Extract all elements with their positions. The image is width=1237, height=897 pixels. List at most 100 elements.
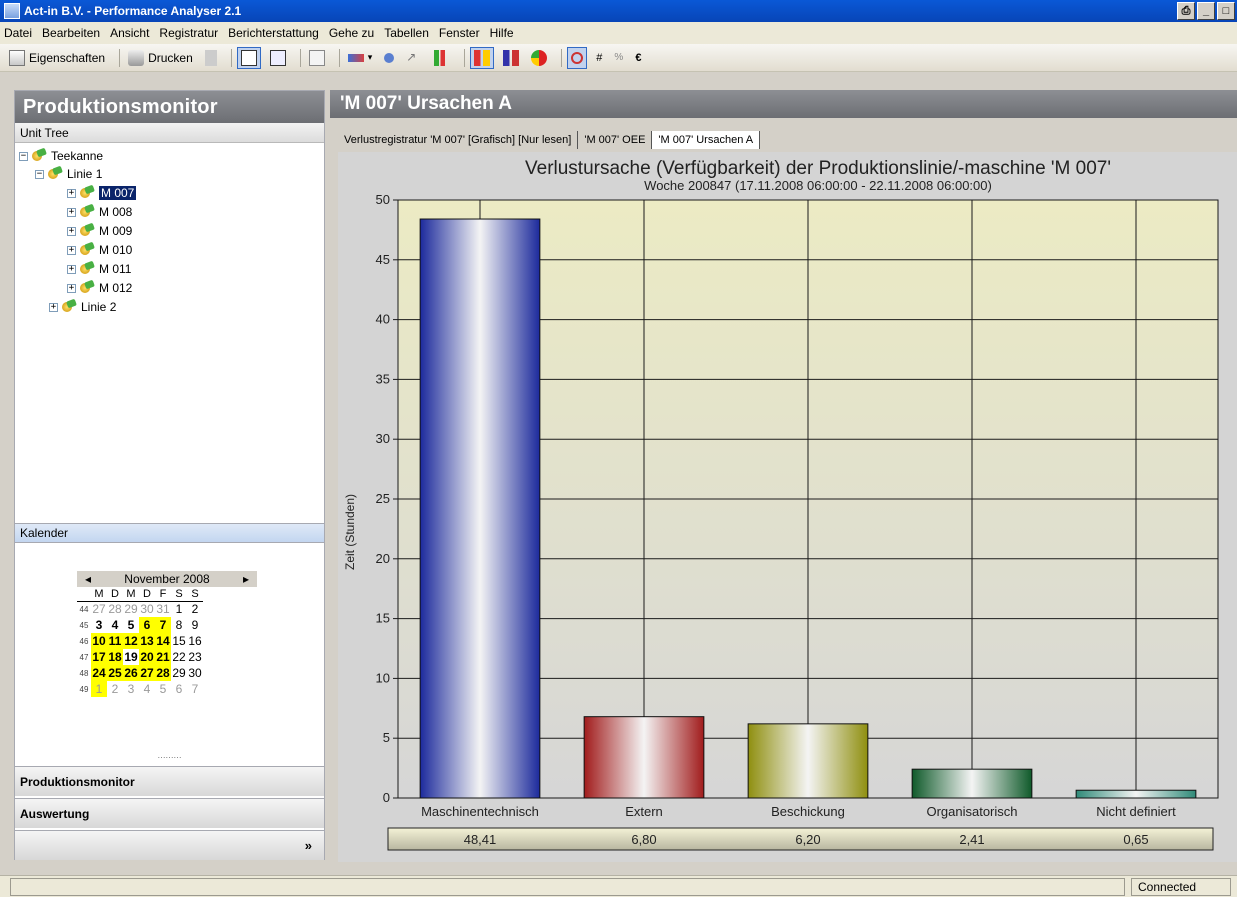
- calendar-day[interactable]: 13: [139, 633, 155, 649]
- tree-node-machine[interactable]: + M 009: [67, 222, 132, 240]
- bar-3[interactable]: [911, 768, 1033, 799]
- expand-icon[interactable]: +: [67, 226, 76, 236]
- expand-icon[interactable]: +: [67, 283, 76, 293]
- menu-gehe-zu[interactable]: Gehe zu: [329, 26, 374, 40]
- calendar-day[interactable]: 29: [123, 601, 139, 617]
- calendar-day[interactable]: 6: [171, 681, 187, 697]
- calendar-day[interactable]: 7: [155, 617, 171, 633]
- chart-view-button[interactable]: [236, 46, 261, 69]
- expand-icon[interactable]: +: [49, 302, 58, 312]
- nav-more-button[interactable]: »: [15, 830, 324, 860]
- calendar-day[interactable]: 26: [123, 665, 139, 681]
- style-dropdown-button[interactable]: ▾: [345, 47, 376, 69]
- expand-icon[interactable]: +: [67, 188, 76, 198]
- page-icon-button[interactable]: [202, 47, 220, 69]
- calendar-day[interactable]: 20: [139, 649, 155, 665]
- calendar-day[interactable]: 27: [91, 601, 107, 617]
- calendar-day[interactable]: 17: [91, 649, 107, 665]
- menu-bearbeiten[interactable]: Bearbeiten: [42, 26, 100, 40]
- count-button[interactable]: #: [593, 47, 605, 69]
- calendar-day[interactable]: 30: [139, 601, 155, 617]
- stacked-chart-button[interactable]: [500, 47, 522, 69]
- next-month-icon[interactable]: ▸: [243, 572, 249, 586]
- menu-fenster[interactable]: Fenster: [439, 26, 480, 40]
- menu-hilfe[interactable]: Hilfe: [490, 26, 514, 40]
- calendar-day[interactable]: 31: [155, 601, 171, 617]
- expand-icon[interactable]: +: [67, 207, 76, 217]
- calendar-day[interactable]: 14: [155, 633, 171, 649]
- collapse-icon[interactable]: −: [19, 151, 28, 161]
- tab-oee[interactable]: 'M 007' OEE: [578, 131, 653, 149]
- calendar-day[interactable]: 1: [171, 601, 187, 617]
- calendar-day[interactable]: 24: [91, 665, 107, 681]
- panel-splitter[interactable]: ·········: [15, 754, 324, 764]
- menu-tabellen[interactable]: Tabellen: [384, 26, 429, 40]
- minimize-button[interactable]: _: [1197, 2, 1215, 20]
- rotate-button[interactable]: ↗: [403, 47, 425, 69]
- collapse-icon[interactable]: −: [35, 169, 44, 179]
- calendar-day[interactable]: 4: [139, 681, 155, 697]
- calendar-day[interactable]: 15: [171, 633, 187, 649]
- maximize-button[interactable]: □: [1217, 2, 1235, 20]
- calendar-day[interactable]: 2: [187, 601, 203, 617]
- prev-month-icon[interactable]: ◂: [85, 572, 91, 586]
- tab-ursachen-a[interactable]: 'M 007' Ursachen A: [652, 131, 761, 149]
- tree-node-machine[interactable]: + M 007: [67, 184, 137, 202]
- print-button[interactable]: Drucken: [125, 47, 196, 69]
- calendar-day[interactable]: 28: [155, 665, 171, 681]
- calendar-day[interactable]: 1: [91, 681, 107, 697]
- calendar-day[interactable]: 4: [107, 617, 123, 633]
- tree-node-line1[interactable]: − Linie 1: [35, 165, 102, 183]
- calendar-day[interactable]: 19: [123, 649, 139, 665]
- tree-node-machine[interactable]: + M 008: [67, 203, 132, 221]
- calendar-day[interactable]: 21: [155, 649, 171, 665]
- calendar-day[interactable]: 18: [107, 649, 123, 665]
- table-view-button[interactable]: [267, 47, 289, 69]
- calendar-day[interactable]: 9: [187, 617, 203, 633]
- calendar-day[interactable]: 28: [107, 601, 123, 617]
- properties-button[interactable]: Eigenschaften: [6, 47, 108, 69]
- tree-node-machine[interactable]: + M 011: [67, 260, 131, 278]
- percent-button[interactable]: %: [611, 47, 626, 69]
- column-chart-button[interactable]: [470, 46, 495, 69]
- calendar-day[interactable]: 11: [107, 633, 123, 649]
- nav-produktionsmonitor[interactable]: Produktionsmonitor: [15, 766, 324, 796]
- calendar-day[interactable]: 27: [139, 665, 155, 681]
- calendar-day[interactable]: 7: [187, 681, 203, 697]
- calendar-day[interactable]: 30: [187, 665, 203, 681]
- print-window-icon[interactable]: ⎙: [1177, 2, 1195, 20]
- bar-chart-button[interactable]: [431, 47, 453, 69]
- calendar-day[interactable]: 16: [187, 633, 203, 649]
- calendar-day[interactable]: 25: [107, 665, 123, 681]
- expand-icon[interactable]: +: [67, 264, 76, 274]
- calendar-day[interactable]: 29: [171, 665, 187, 681]
- calendar-day[interactable]: 12: [123, 633, 139, 649]
- tree-node-machine[interactable]: + M 012: [67, 279, 132, 297]
- calendar-day[interactable]: 6: [139, 617, 155, 633]
- calendar-day[interactable]: 22: [171, 649, 187, 665]
- calendar-day[interactable]: 5: [123, 617, 139, 633]
- menu-registratur[interactable]: Registratur: [159, 26, 218, 40]
- calendar-day[interactable]: 2: [107, 681, 123, 697]
- nav-auswertung[interactable]: Auswertung: [15, 798, 324, 828]
- bar-1[interactable]: [583, 716, 705, 799]
- time-button[interactable]: [567, 46, 588, 69]
- tree-node-machine[interactable]: + M 010: [67, 241, 132, 259]
- bar-0[interactable]: [419, 218, 541, 799]
- menu-berichterstattung[interactable]: Berichterstattung: [228, 26, 319, 40]
- calendar-day[interactable]: 3: [91, 617, 107, 633]
- tree-node-line2[interactable]: + Linie 2: [49, 298, 116, 316]
- calendar-day[interactable]: 5: [155, 681, 171, 697]
- expand-icon[interactable]: +: [67, 245, 76, 255]
- tab-verlustregistratur[interactable]: Verlustregistratur 'M 007' [Grafisch] [N…: [338, 131, 579, 149]
- report-button[interactable]: [306, 47, 328, 69]
- bar-4[interactable]: [1075, 789, 1197, 799]
- calendar-day[interactable]: 3: [123, 681, 139, 697]
- menu-datei[interactable]: Datei: [4, 26, 32, 40]
- pie-chart-button[interactable]: [528, 47, 550, 69]
- calendar-day[interactable]: 8: [171, 617, 187, 633]
- euro-button[interactable]: €: [632, 47, 644, 69]
- tree-node-root[interactable]: − Teekanne: [19, 147, 103, 165]
- calendar-day[interactable]: 10: [91, 633, 107, 649]
- menu-ansicht[interactable]: Ansicht: [110, 26, 149, 40]
